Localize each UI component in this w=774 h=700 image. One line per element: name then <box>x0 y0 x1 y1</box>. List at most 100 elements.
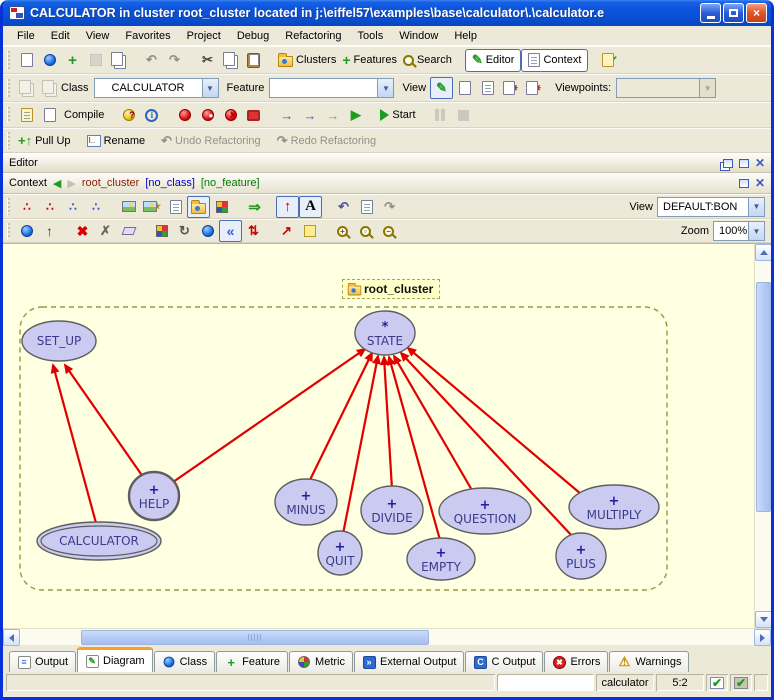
save-button[interactable] <box>84 49 107 71</box>
inheritance-arrow-calculator-to-set_up[interactable] <box>53 365 99 534</box>
diagram-node-divide[interactable]: +DIVIDE <box>361 486 423 534</box>
tab-errors[interactable]: ✖Errors <box>544 651 608 672</box>
project-info-button[interactable]: i <box>140 104 163 126</box>
maximize-panel-icon[interactable] <box>739 179 749 188</box>
search-button[interactable]: Search <box>400 49 455 71</box>
diagram-node-minus[interactable]: +MINUS <box>275 479 337 525</box>
inheritance-arrow-help-to-state[interactable] <box>163 349 365 489</box>
restore-panel-icon[interactable] <box>723 159 733 168</box>
toolbar-gripper[interactable] <box>7 198 10 214</box>
toolbar-gripper[interactable] <box>7 132 10 148</box>
project-settings-button[interactable] <box>38 104 61 126</box>
compile-button[interactable]: Compile <box>61 104 107 126</box>
view-interface-button[interactable]: ❋ <box>522 77 545 99</box>
force-layout-button[interactable]: ⇒ <box>243 196 266 218</box>
step-into-button[interactable]: → <box>275 104 298 126</box>
cancel-compile-button[interactable]: ✖ <box>219 104 242 126</box>
rotate-button[interactable]: ↻ <box>173 220 196 242</box>
diagram-cluster-label[interactable]: root_cluster <box>342 279 440 299</box>
maximize-panel-icon[interactable] <box>739 159 749 168</box>
add-note-button[interactable] <box>298 220 321 242</box>
redo-button[interactable]: ↷ <box>163 49 186 71</box>
run-to-cursor-button[interactable]: ▶ <box>344 104 367 126</box>
diagram-node-quit[interactable]: +QUIT <box>318 531 362 575</box>
menu-edit[interactable]: Edit <box>43 28 78 44</box>
inheritance-arrow-multiply-to-state[interactable] <box>408 348 581 494</box>
class-combo[interactable]: CALCULATOR▼ <box>94 78 219 98</box>
tab-metric[interactable]: Metric <box>289 651 353 672</box>
inheritance-arrow-question-to-state[interactable] <box>394 356 473 492</box>
step-out-button[interactable]: → <box>321 104 344 126</box>
close-button[interactable]: × <box>746 3 767 23</box>
breadcrumb-class[interactable]: [no_class] <box>145 177 195 189</box>
context-back-icon[interactable]: ◀ <box>53 177 61 190</box>
start-button[interactable]: Start <box>377 104 418 126</box>
undo-button[interactable]: ↶ <box>140 49 163 71</box>
context-toggle-button[interactable]: Context <box>521 49 588 72</box>
eraser-button[interactable] <box>117 220 140 242</box>
menu-window[interactable]: Window <box>391 28 446 44</box>
tab-warnings[interactable]: ⚠Warnings <box>609 651 689 672</box>
scroll-up-button[interactable] <box>755 244 771 261</box>
save-all-button[interactable] <box>107 49 130 71</box>
diagram-redo-button[interactable]: ↷ <box>378 196 401 218</box>
chevron-down-icon[interactable]: ▼ <box>377 79 393 97</box>
anchor-button[interactable]: ✗ <box>94 220 117 242</box>
zoom-out-button[interactable]: − <box>377 220 400 242</box>
diagram-undo-button[interactable]: ↶ <box>332 196 355 218</box>
breadcrumb-feature[interactable]: [no_feature] <box>201 177 260 189</box>
add-button[interactable]: + <box>61 49 84 71</box>
fan-left-button[interactable]: « <box>219 220 242 242</box>
menu-tools[interactable]: Tools <box>350 28 392 44</box>
inheritance-links-button[interactable]: ∴ <box>84 196 107 218</box>
tab-external-output[interactable]: »External Output <box>354 651 464 672</box>
fill-colors-button[interactable] <box>150 220 173 242</box>
sort-links-button[interactable]: ⇅ <box>242 220 265 242</box>
tab-output[interactable]: ≡Output <box>9 651 76 672</box>
show-clusters-button[interactable] <box>187 196 210 218</box>
crop-view-button[interactable] <box>196 220 219 242</box>
view-contract-button[interactable]: ❋ <box>499 77 522 99</box>
history-forward-button[interactable] <box>38 77 61 99</box>
toolbar-gripper[interactable] <box>7 223 10 238</box>
diagram-node-multiply[interactable]: +MULTIPLY <box>569 485 659 529</box>
toolbar-gripper[interactable] <box>7 79 10 97</box>
diagram-node-empty[interactable]: +EMPTY <box>407 538 475 580</box>
cluster-legend-button[interactable]: ∴ <box>38 196 61 218</box>
chevron-down-icon[interactable]: ▼ <box>202 79 218 97</box>
breadcrumb-cluster[interactable]: root_cluster <box>82 177 139 189</box>
copy-button[interactable] <box>219 49 242 71</box>
close-panel-icon[interactable]: ✕ <box>755 159 765 168</box>
maximize-button[interactable] <box>723 3 744 23</box>
class-legend-button[interactable]: ∴ <box>15 196 38 218</box>
view-flat-button[interactable] <box>476 77 499 99</box>
minimize-button[interactable] <box>700 3 721 23</box>
zoom-combo[interactable]: 100%▼ <box>713 221 765 241</box>
context-forward-icon[interactable]: ▶ <box>67 177 75 190</box>
delete-button[interactable]: ✖ <box>71 220 94 242</box>
menu-file[interactable]: File <box>9 28 43 44</box>
text-tool-button[interactable]: A <box>299 196 322 218</box>
cut-button[interactable]: ✂ <box>196 49 219 71</box>
chevron-down-icon[interactable]: ▼ <box>748 222 764 240</box>
zoom-fit-button[interactable]: ▫ <box>354 220 377 242</box>
send-to-external-editor-button[interactable]: ✔ <box>598 49 621 71</box>
inheritance-arrow-minus-to-state[interactable] <box>308 353 372 484</box>
scroll-left-button[interactable] <box>3 629 20 646</box>
inheritance-arrow-divide-to-state[interactable] <box>384 357 392 489</box>
horizontal-scrollbar[interactable] <box>3 628 771 645</box>
tab-diagram[interactable]: ✎Diagram <box>77 647 153 672</box>
menu-favorites[interactable]: Favorites <box>117 28 178 44</box>
export-png-button[interactable] <box>117 196 140 218</box>
paste-button[interactable] <box>242 49 265 71</box>
inheritance-arrow-help-to-set_up[interactable] <box>65 365 148 484</box>
diagram-node-calculator[interactable]: CALCULATOR <box>37 522 161 560</box>
toolbar-gripper[interactable] <box>7 107 10 124</box>
supplier-links-button[interactable]: ∴ <box>61 196 84 218</box>
rename-button[interactable]: I..Rename <box>84 130 149 152</box>
freeze-button[interactable]: ● <box>196 104 219 126</box>
vertical-scroll-thumb[interactable] <box>756 282 771 512</box>
diagram-canvas[interactable]: SET_UP*STATE+HELPCALCULATOR+MINUS+QUIT+D… <box>3 243 771 628</box>
diagram-node-question[interactable]: +QUESTION <box>439 488 531 534</box>
recompile-overrides-button[interactable]: ? <box>117 104 140 126</box>
